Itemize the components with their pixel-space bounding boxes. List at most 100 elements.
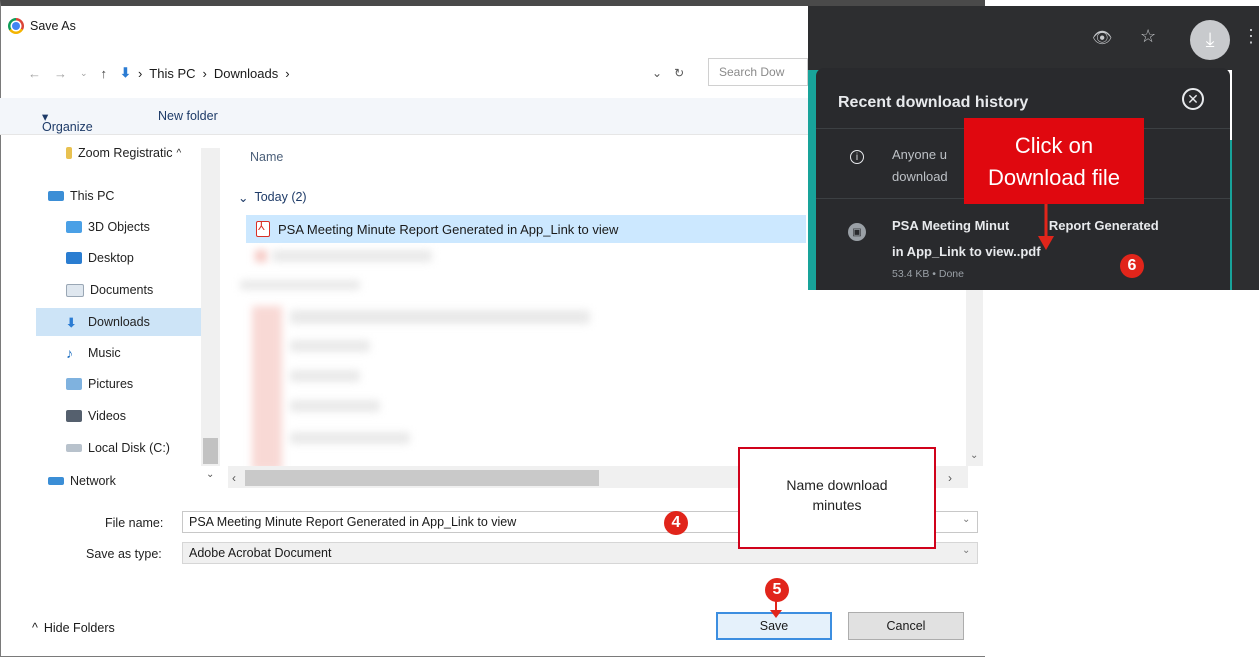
nav-item-label: This PC <box>70 189 115 203</box>
videos-icon <box>66 410 82 422</box>
blurred-file-row[interactable] <box>290 432 410 444</box>
bookmark-star-icon[interactable]: ☆ <box>1140 26 1156 47</box>
save-as-type-value: Adobe Acrobat Document <box>189 546 332 560</box>
computer-icon <box>48 191 64 201</box>
click-download-annotation: Click on Download file <box>964 118 1144 204</box>
scroll-left-icon[interactable]: ‹ <box>232 471 236 485</box>
nav-item-3d-objects[interactable]: 3D Objects <box>66 215 150 239</box>
organize-label: Organize <box>42 120 93 134</box>
file-type-icon: ▣ <box>848 223 866 241</box>
nav-item-label: 3D Objects <box>88 220 150 234</box>
breadcrumb-this-pc[interactable]: This PC <box>149 66 195 81</box>
nav-item-pictures[interactable]: Pictures <box>66 372 133 396</box>
annotation-line2: Download file <box>987 165 1121 190</box>
nav-scrollbar-thumb[interactable] <box>203 438 218 464</box>
nav-item-label: Local Disk (C:) <box>88 441 170 455</box>
blurred-file-row[interactable] <box>290 400 380 412</box>
info-text-line2: download <box>892 169 948 184</box>
download-name-line2[interactable]: in App_Link to view..pdf <box>892 244 1041 259</box>
column-header-name[interactable]: Name <box>250 150 283 164</box>
collapse-up-icon[interactable]: ^ <box>176 148 181 159</box>
file-list-vertical-scrollbar[interactable] <box>966 290 983 466</box>
info-icon: i <box>850 150 864 164</box>
address-dropdown-icon[interactable]: ⌄ <box>652 66 662 80</box>
nav-item-label: Videos <box>88 409 126 423</box>
breadcrumb-downloads[interactable]: Downloads <box>214 66 278 81</box>
arrow-down-icon <box>770 600 782 618</box>
blurred-file-icon <box>255 250 267 262</box>
search-placeholder: Search Dow <box>719 65 785 79</box>
nav-scrollbar[interactable] <box>201 148 220 466</box>
breadcrumb-separator-icon: › <box>137 65 143 81</box>
download-toolbar-button[interactable]: ⤓ <box>1190 20 1230 60</box>
nav-item-network[interactable]: Network <box>48 474 116 488</box>
save-type-dropdown-icon[interactable]: ⌄ <box>962 545 970 556</box>
nav-item-label: Pictures <box>88 377 134 391</box>
blurred-file-row[interactable] <box>290 370 360 382</box>
nav-item-label: Network <box>70 474 116 488</box>
forward-arrow-icon[interactable]: → <box>54 66 67 81</box>
nav-item-label: Downloads <box>88 315 150 329</box>
panel-title: Recent download history <box>838 94 1029 111</box>
nav-item-label: Music <box>88 346 121 360</box>
blurred-file-row[interactable] <box>272 250 432 262</box>
download-item-name[interactable]: PSA Meeting Minut Report Generated <box>892 218 1159 233</box>
hide-folders-label: Hide Folders <box>43 621 115 635</box>
nav-item-downloads[interactable]: ⬇ Downloads <box>66 310 150 334</box>
nav-scroll-down-icon[interactable]: ⌄ <box>206 469 214 480</box>
desktop-icon <box>66 252 82 264</box>
nav-item-label: Desktop <box>88 251 134 265</box>
scroll-right-icon[interactable]: › <box>948 471 952 485</box>
documents-icon <box>66 283 84 297</box>
up-arrow-icon[interactable]: ↑ <box>101 66 108 81</box>
step-badge-6: 6 <box>1120 254 1144 278</box>
pdf-file-icon <box>256 220 270 237</box>
info-text-line1: Anyone u <box>892 147 947 162</box>
dialog-titlebar: Save As <box>8 14 76 38</box>
blurred-file-icons <box>252 306 282 471</box>
organize-button[interactable]: Organize ▾ <box>42 109 93 134</box>
file-name: PSA Meeting Minute Report Generated in A… <box>278 221 619 237</box>
nav-item-videos[interactable]: Videos <box>66 404 126 428</box>
breadcrumb-separator-icon: › <box>285 65 290 81</box>
eye-off-icon[interactable]: 👁 <box>1092 28 1112 48</box>
annotation-callout: Name download minutes <box>738 447 936 549</box>
file-name-label: File name: <box>105 516 164 530</box>
network-icon <box>48 477 64 485</box>
group-header-today[interactable]: ⌄ Today (2) <box>238 190 307 205</box>
nav-item-music[interactable]: ♪ Music <box>66 341 121 365</box>
nav-item-this-pc[interactable]: This PC <box>48 184 114 208</box>
scroll-down-icon[interactable]: ⌄ <box>970 450 978 461</box>
hide-folders-button[interactable]: ^ Hide Folders <box>32 621 115 635</box>
more-menu-icon[interactable]: ⋮ <box>1242 26 1259 47</box>
address-controls: ⌄ ↻ <box>652 60 684 86</box>
search-input[interactable]: Search Dow <box>708 58 808 86</box>
file-name-dropdown-icon[interactable]: ⌄ <box>962 514 970 525</box>
folder-icon <box>66 147 72 159</box>
back-arrow-icon[interactable]: ← <box>28 66 41 81</box>
annotation-line1: Click on <box>1014 133 1094 158</box>
cube-icon <box>66 221 82 233</box>
nav-item-zoom-registration[interactable]: Zoom Registratic ^ <box>66 141 181 165</box>
blurred-file-row[interactable] <box>290 340 370 352</box>
callout-text: Name download minutes <box>786 477 888 513</box>
breadcrumb: ⬇ › This PC › Downloads › <box>120 65 290 81</box>
arrow-down-icon <box>1038 204 1054 250</box>
download-folder-icon: ⬇ <box>120 65 131 80</box>
download-name-part1: PSA Meeting Minut <box>892 218 1010 233</box>
nav-item-desktop[interactable]: Desktop <box>66 246 134 270</box>
recent-chevron-icon[interactable]: ⌄ <box>80 68 88 79</box>
download-icon: ⬇ <box>66 315 77 330</box>
blurred-file-row[interactable] <box>290 310 590 324</box>
refresh-icon[interactable]: ↻ <box>674 66 684 80</box>
blurred-group-header[interactable] <box>240 280 360 290</box>
nav-item-documents[interactable]: Documents <box>66 278 153 302</box>
nav-item-local-disk[interactable]: Local Disk (C:) <box>66 436 170 460</box>
file-row-content: PSA Meeting Minute Report Generated in A… <box>256 220 619 237</box>
new-folder-button[interactable]: New folder <box>158 109 218 123</box>
breadcrumb-separator-icon: › <box>202 65 207 81</box>
cancel-button[interactable]: Cancel <box>848 612 964 640</box>
horizontal-scrollbar-thumb[interactable] <box>245 470 599 486</box>
navigation-bar: ← → ⌄ ↑ ⬇ › This PC › Downloads › <box>28 60 290 86</box>
close-icon[interactable]: ✕ <box>1182 88 1204 110</box>
